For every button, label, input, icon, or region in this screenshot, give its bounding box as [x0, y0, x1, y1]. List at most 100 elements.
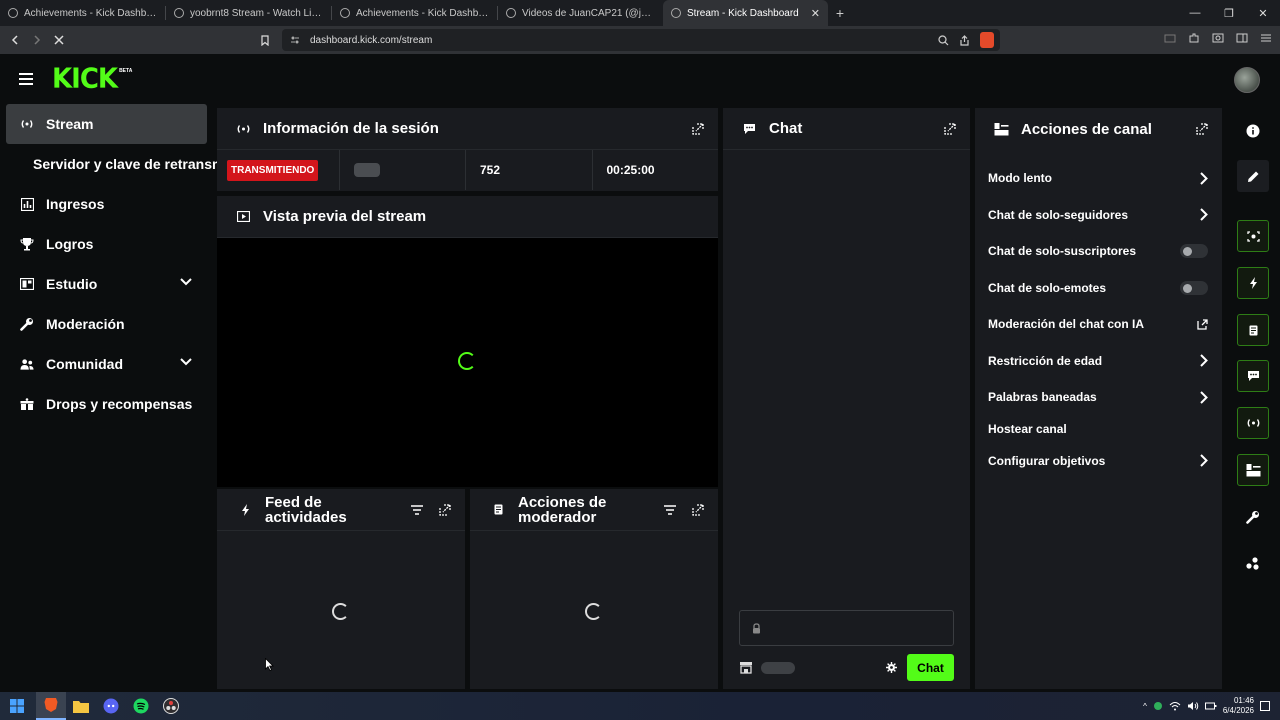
store-icon[interactable]	[739, 661, 753, 674]
sidebar-item-comunidad[interactable]: Comunidad	[0, 344, 214, 384]
maximize-icon[interactable]: ❐	[1212, 7, 1246, 20]
browser-tab-bar: Achievements - Kick Dashboard yoobrnt8 S…	[0, 0, 1280, 26]
file-explorer-icon[interactable]	[66, 692, 96, 720]
sidebar-item-server-key[interactable]: Servidor y clave de retransmisión	[0, 144, 257, 184]
site-info-icon[interactable]	[290, 35, 300, 45]
new-tab-button[interactable]: +	[828, 5, 852, 21]
browser-tab-active[interactable]: Stream - Kick Dashboard ✕	[663, 0, 828, 26]
stream-duration: 00:25:00	[606, 163, 655, 177]
browser-tab[interactable]: Achievements - Kick Dashboard	[0, 0, 165, 26]
popout-icon[interactable]	[439, 503, 451, 516]
chevron-right-icon	[1200, 354, 1208, 367]
chevron-right-icon	[1200, 172, 1208, 185]
browser-tab[interactable]: yoobrnt8 Stream - Watch Live on Kick	[166, 0, 331, 26]
popout-icon[interactable]	[692, 122, 704, 135]
stream-status-cell: TRANSMITIENDO	[217, 150, 340, 190]
subscribers-only-toggle[interactable]	[1180, 244, 1208, 259]
broadcast-icon	[235, 124, 251, 134]
panel-header: Vista previa del stream	[217, 196, 718, 238]
brave-shield-icon[interactable]	[980, 32, 994, 48]
sidebar-item-stream[interactable]: Stream	[6, 104, 207, 144]
panel-title: Vista previa del stream	[263, 208, 427, 225]
channel-settings-icon[interactable]	[1237, 454, 1269, 486]
kick-logo[interactable]: KICK BETA	[52, 65, 132, 92]
zoom-icon[interactable]	[938, 34, 949, 46]
document-icon[interactable]	[1237, 314, 1269, 346]
sidebar-item-ingresos[interactable]: Ingresos	[0, 184, 214, 224]
sidebar-item-logros[interactable]: Logros	[0, 224, 214, 264]
action-age-restriction[interactable]: Restricción de edad	[975, 343, 1222, 380]
stream-preview-panel: Vista previa del stream	[217, 196, 718, 487]
extensions-icon[interactable]	[1188, 32, 1200, 44]
forward-icon[interactable]	[26, 35, 48, 45]
lightning-icon[interactable]	[1237, 267, 1269, 299]
gear-icon[interactable]	[886, 662, 897, 673]
loading-spinner-icon	[458, 352, 476, 370]
volume-icon[interactable]	[1187, 701, 1199, 711]
sidebar-item-estudio[interactable]: Estudio	[0, 264, 214, 304]
action-slow-mode[interactable]: Modo lento	[975, 160, 1222, 197]
action-banned-words[interactable]: Palabras baneadas	[975, 379, 1222, 416]
brave-browser-icon[interactable]	[36, 692, 66, 720]
broadcast-icon[interactable]	[1237, 407, 1269, 439]
screenshot-icon[interactable]	[1212, 32, 1224, 44]
action-host-channel[interactable]: Hostear canal	[975, 416, 1222, 443]
sidebar-item-drops[interactable]: Drops y recompensas	[0, 384, 214, 424]
channel-actions-panel: Acciones de canal Modo lento Chat de sol…	[975, 108, 1222, 689]
notifications-icon[interactable]	[1260, 701, 1270, 711]
action-ai-moderation[interactable]: Moderación del chat con IA	[975, 306, 1222, 343]
sidebar-item-moderacion[interactable]: Moderación	[0, 304, 214, 344]
users-icon	[20, 357, 34, 371]
video-preview-area[interactable]	[217, 238, 718, 487]
camera-rail-button[interactable]	[1237, 220, 1269, 252]
spotify-icon[interactable]	[126, 692, 156, 720]
chat-bubble-icon[interactable]	[1237, 360, 1269, 392]
emotes-only-toggle[interactable]	[1180, 280, 1208, 295]
minimize-icon[interactable]: —	[1178, 7, 1212, 20]
widgets-icon[interactable]	[1237, 547, 1269, 579]
chevron-down-icon[interactable]	[180, 358, 192, 366]
popout-icon[interactable]	[944, 122, 956, 135]
user-avatar[interactable]	[1234, 67, 1260, 93]
windows-start-icon[interactable]	[2, 692, 32, 720]
close-window-icon[interactable]: ✕	[1246, 7, 1280, 20]
tray-overflow-icon[interactable]: ^	[1143, 702, 1147, 711]
stop-loading-icon[interactable]	[48, 35, 70, 45]
sidebar-toggle-icon[interactable]	[1236, 32, 1248, 44]
clock[interactable]: 01:46 6/4/2026	[1223, 696, 1254, 716]
wrench-icon[interactable]	[1237, 501, 1269, 533]
chat-message-input[interactable]	[739, 610, 954, 646]
filter-icon[interactable]	[411, 504, 423, 515]
panel-header: Chat	[723, 108, 970, 150]
obs-icon[interactable]	[156, 692, 186, 720]
back-icon[interactable]	[4, 35, 26, 45]
battery-icon[interactable]	[1204, 701, 1217, 711]
hamburger-menu-icon[interactable]	[18, 72, 34, 86]
bookmark-icon[interactable]	[254, 34, 276, 46]
action-followers-only[interactable]: Chat de solo-seguidores	[975, 197, 1222, 234]
browser-menu-icon[interactable]	[1260, 32, 1272, 44]
popout-icon[interactable]	[692, 503, 704, 516]
close-tab-icon[interactable]: ✕	[811, 7, 820, 20]
browser-tab[interactable]: Videos de JuanCAP21 (@juancap21)	[498, 0, 663, 26]
loading-spinner-icon	[332, 603, 349, 620]
network-status-icon[interactable]	[1153, 701, 1163, 711]
live-status-badge: TRANSMITIENDO	[227, 159, 319, 181]
action-configure-goals[interactable]: Configurar objetivos	[975, 443, 1222, 480]
url-field[interactable]: dashboard.kick.com/stream	[282, 29, 1000, 51]
panel-header: Información de la sesión	[217, 108, 718, 150]
chevron-down-icon[interactable]	[180, 278, 192, 286]
discord-icon[interactable]	[96, 692, 126, 720]
chart-icon	[20, 197, 34, 211]
viewers-count: 752	[466, 150, 593, 190]
wallet-icon[interactable]	[1164, 32, 1176, 44]
popout-icon[interactable]	[1196, 123, 1208, 135]
share-icon[interactable]	[959, 34, 970, 46]
browser-tab[interactable]: Achievements - Kick Dashboard	[332, 0, 497, 26]
chat-send-button[interactable]: Chat	[907, 654, 954, 681]
edit-icon[interactable]	[1237, 160, 1269, 192]
globe-icon	[506, 8, 516, 18]
wifi-icon[interactable]	[1169, 701, 1181, 711]
filter-icon[interactable]	[664, 504, 676, 515]
info-icon[interactable]	[1237, 115, 1269, 147]
